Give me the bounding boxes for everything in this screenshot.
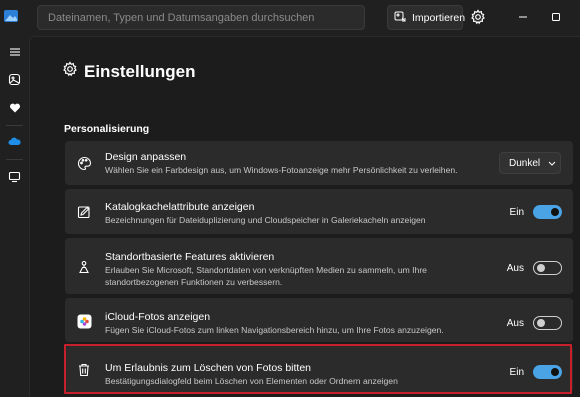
import-icon (394, 10, 407, 26)
toggle-state-label: Aus (506, 318, 524, 329)
import-label: Importieren (412, 11, 466, 24)
setting-description: Erlauben Sie Microsoft, Standortdaten vo… (105, 265, 427, 287)
toggle-state-label: Aus (506, 263, 524, 274)
setting-description: Bezeichnungen für Dateiduplizierung und … (105, 215, 426, 225)
setting-card-location-features: Standortbasierte Features aktivieren Erl… (65, 238, 573, 294)
setting-card-icloud: iCloud-Fotos anzeigen Fügen Sie iCloud-F… (65, 298, 573, 342)
page-title: Einstellungen (62, 61, 195, 82)
setting-title: Design anpassen (105, 151, 187, 163)
setting-description: Fügen Sie iCloud-Fotos zum linken Naviga… (105, 325, 444, 335)
gallery-icon[interactable] (4, 69, 25, 90)
sidebar-divider (6, 159, 23, 160)
setting-card-tile-attributes: Katalogkachelattribute anzeigen Bezeichn… (65, 189, 573, 234)
icloud-photos-toggle[interactable] (533, 316, 562, 330)
settings-gear-icon (62, 61, 78, 82)
minimize-icon[interactable] (515, 9, 531, 25)
this-pc-icon[interactable] (4, 166, 25, 187)
theme-dropdown-value: Dunkel (509, 157, 541, 169)
search-input[interactable] (38, 6, 364, 29)
navigation-sidebar (0, 36, 29, 397)
location-features-toggle[interactable] (533, 261, 562, 275)
setting-title: iCloud-Fotos anzeigen (105, 311, 211, 323)
title-bar: Importieren (0, 0, 580, 36)
palette-icon (76, 155, 92, 171)
setting-title: Standortbasierte Features aktivieren (105, 251, 275, 263)
import-button[interactable]: Importieren (387, 5, 466, 30)
toggle-state-label: Ein (509, 207, 524, 218)
setting-description: Wählen Sie ein Farbdesign aus, um Window… (105, 165, 458, 175)
edit-square-icon (76, 204, 92, 220)
sidebar-divider (6, 125, 23, 126)
section-title: Personalisierung (64, 123, 150, 135)
highlight-frame (64, 344, 572, 394)
onedrive-cloud-icon[interactable] (4, 131, 25, 152)
settings-gear-icon[interactable] (470, 9, 486, 25)
tile-attributes-toggle[interactable] (533, 205, 562, 219)
location-person-icon (76, 259, 92, 275)
setting-title: Katalogkachelattribute anzeigen (105, 201, 255, 213)
icloud-photos-icon (76, 313, 92, 329)
page-title-text: Einstellungen (84, 61, 196, 81)
chevron-down-icon (548, 158, 556, 169)
favorites-heart-icon[interactable] (4, 97, 25, 118)
setting-card-design: Design anpassen Wählen Sie ein Farbdesig… (65, 141, 573, 185)
maximize-icon[interactable] (548, 9, 564, 25)
search-box[interactable] (37, 5, 365, 30)
hamburger-menu-icon[interactable] (4, 41, 25, 62)
theme-dropdown[interactable]: Dunkel (499, 152, 561, 174)
photos-app-icon (3, 8, 19, 24)
